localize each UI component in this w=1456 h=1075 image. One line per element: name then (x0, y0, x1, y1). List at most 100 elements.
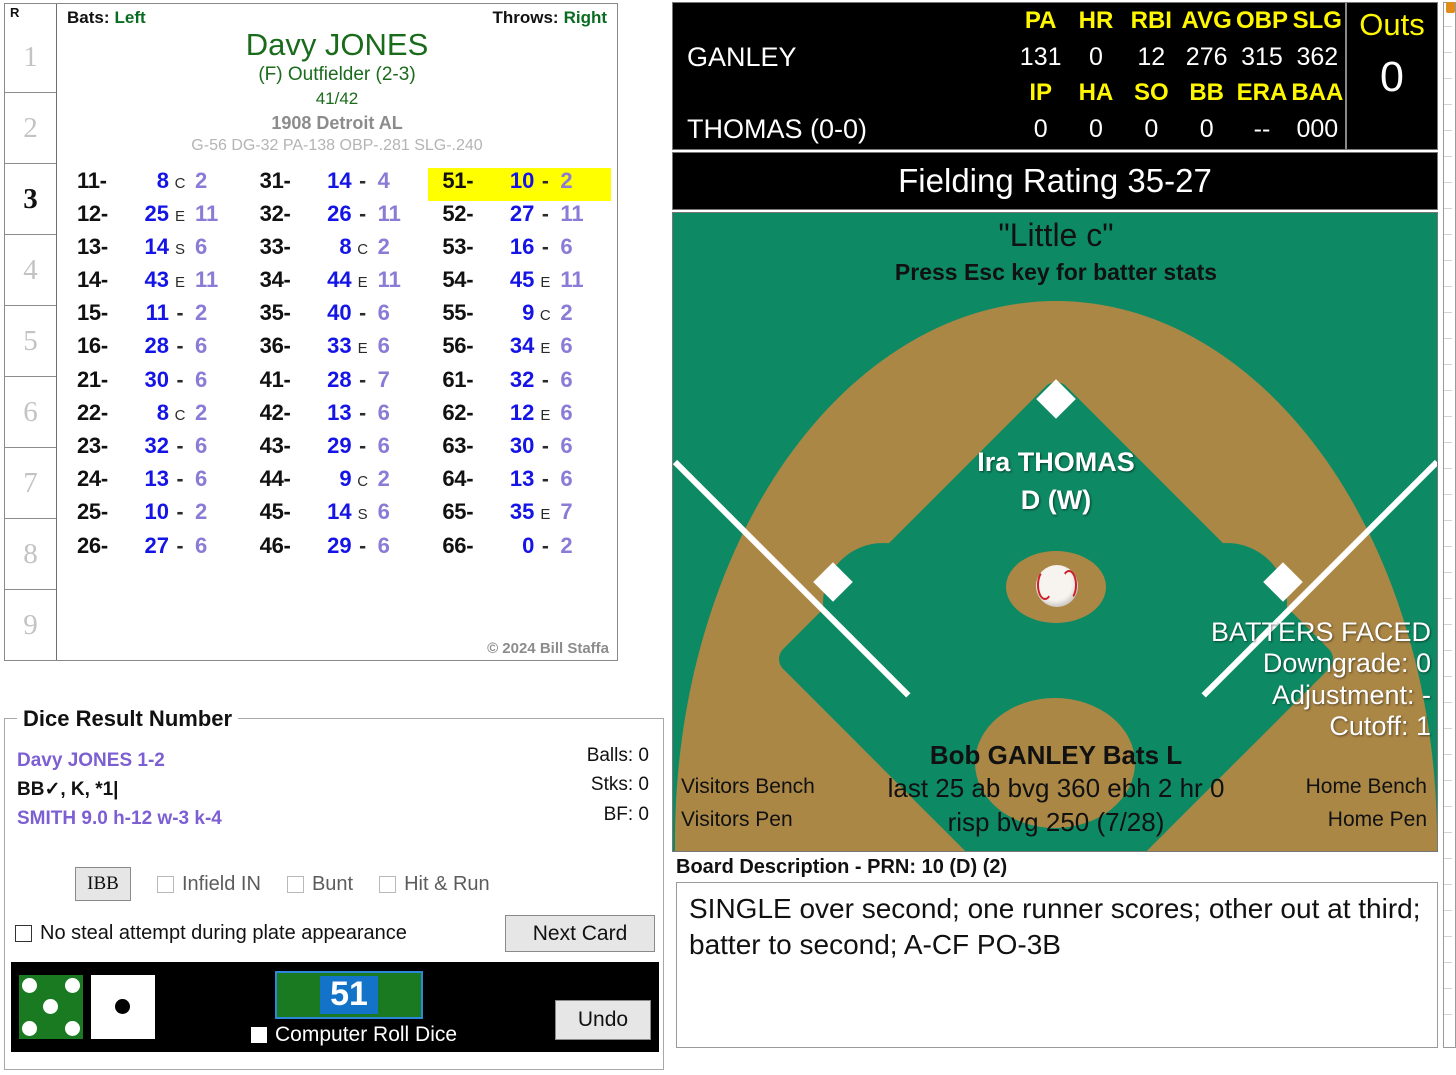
result-row-55[interactable]: 55- 9 C 2 (428, 300, 611, 333)
result-row-65[interactable]: 65- 35 E 7 (428, 499, 611, 532)
inning-cell-9[interactable]: 9 (5, 589, 56, 660)
side-panel-row (1444, 26, 1452, 27)
left-pane: R 123456789 Bats: Left Throws: Right Davy … (0, 0, 668, 1075)
secondary-number: 2 (560, 167, 573, 193)
home-bench-button[interactable]: Home Bench (1306, 771, 1427, 804)
result-row-31[interactable]: 31- 14-4 (246, 168, 429, 201)
dice-combo: 61- (442, 366, 474, 392)
side-panel-row (1444, 468, 1452, 469)
bats-group: Bats: Left (67, 8, 146, 28)
pitcher-value-0: 0 (1033, 114, 1048, 143)
play-options-row: IBB Infield IN Bunt Hit & Run (5, 867, 663, 901)
visitors-pen-button[interactable]: Visitors Pen (681, 804, 815, 837)
dice-combo: 32- (259, 200, 291, 226)
result-code: - (541, 468, 549, 492)
result-row-12[interactable]: 12- 25 E 11 (63, 201, 246, 234)
result-row-51[interactable]: 51- 10-2 (428, 167, 611, 201)
result-row-34[interactable]: 34- 44 E 11 (246, 267, 429, 300)
checkbox-icon[interactable] (379, 875, 397, 893)
result-row-45[interactable]: 45- 14 S 6 (246, 499, 429, 532)
home-pen-button[interactable]: Home Pen (1306, 804, 1427, 837)
result-row-21[interactable]: 21- 30-6 (63, 367, 246, 400)
secondary-number: 2 (195, 499, 208, 525)
result-row-35[interactable]: 35- 40-6 (246, 300, 429, 333)
dice-outcome-line: BB✓, K, *1| (17, 778, 119, 800)
result-row-61[interactable]: 61- 32-6 (428, 367, 611, 400)
computer-roll-checkbox[interactable]: Computer Roll Dice (251, 1023, 457, 1047)
throws-group: Throws: Right (492, 8, 607, 28)
result-row-33[interactable]: 33- 8 C 2 (246, 234, 429, 267)
result-row-26[interactable]: 26- 27-6 (63, 533, 246, 566)
result-row-36[interactable]: 36- 33 E 6 (246, 333, 429, 366)
result-row-56[interactable]: 56- 34 E 6 (428, 333, 611, 366)
result-row-15[interactable]: 15- 11-2 (63, 300, 246, 333)
inning-cell-1[interactable]: 1 (5, 22, 56, 92)
checkbox-icon[interactable] (251, 1027, 267, 1043)
result-row-13[interactable]: 13- 14 S 6 (63, 234, 246, 267)
result-row-66[interactable]: 66- 0-2 (428, 533, 611, 566)
result-row-22[interactable]: 22- 8 C 2 (63, 400, 246, 433)
result-row-25[interactable]: 25- 10-2 (63, 499, 246, 532)
result-number: 12 (509, 399, 535, 425)
white-die[interactable] (91, 975, 155, 1039)
result-row-64[interactable]: 64- 13-6 (428, 466, 611, 499)
result-row-16[interactable]: 16- 28-6 (63, 333, 246, 366)
result-row-24[interactable]: 24- 13-6 (63, 466, 246, 499)
pitcher-header-1: HA (1078, 79, 1114, 106)
green-die[interactable] (19, 975, 83, 1039)
side-panel-row (1444, 494, 1452, 495)
result-code: - (176, 335, 184, 359)
result-row-63[interactable]: 63- 30-6 (428, 433, 611, 466)
side-list-panel[interactable] (1443, 2, 1456, 1048)
ibb-button[interactable]: IBB (75, 867, 131, 901)
secondary-number: 7 (377, 366, 390, 392)
inning-cell-6[interactable]: 6 (5, 376, 56, 447)
checkbox-icon[interactable] (157, 875, 174, 893)
result-code: C (357, 473, 369, 491)
inning-cell-5[interactable]: 5 (5, 305, 56, 376)
batter-value-0: 131 (1019, 42, 1062, 71)
field-pitcher-hand: D (W) (1020, 485, 1092, 515)
undo-button[interactable]: Undo (555, 1000, 651, 1040)
result-row-41[interactable]: 41- 28-7 (246, 367, 429, 400)
visitors-bench-button[interactable]: Visitors Bench (681, 771, 815, 804)
inning-cell-3[interactable]: 3 (5, 163, 56, 234)
secondary-number: 6 (560, 233, 573, 259)
result-row-52[interactable]: 52- 27-11 (428, 201, 611, 234)
result-row-42[interactable]: 42- 13-6 (246, 400, 429, 433)
balls-count: Balls: 0 (586, 745, 649, 766)
result-row-46[interactable]: 46- 29-6 (246, 533, 429, 566)
next-card-button[interactable]: Next Card (505, 915, 655, 952)
result-row-53[interactable]: 53- 16-6 (428, 234, 611, 267)
checkbox-icon[interactable] (286, 875, 304, 893)
adjustment-value: Adjustment: - (1271, 679, 1431, 710)
baseball-field[interactable]: "Little c" Press Esc key for batter stat… (672, 212, 1438, 852)
result-code: - (176, 368, 184, 392)
result-number: 13 (327, 399, 352, 425)
result-row-62[interactable]: 62- 12 E 6 (428, 400, 611, 433)
dice-combo: 44- (259, 466, 291, 492)
no-steal-checkbox[interactable]: No steal attempt during plate appearance (15, 922, 407, 945)
inning-cell-2[interactable]: 2 (5, 92, 56, 163)
infield-in-checkbox[interactable]: Infield IN (157, 873, 261, 896)
result-row-54[interactable]: 54- 45 E 11 (428, 267, 611, 300)
result-row-14[interactable]: 14- 43 E 11 (63, 267, 246, 300)
result-row-11[interactable]: 11- 8 C 2 (63, 168, 246, 201)
dice-combo: 31- (259, 167, 291, 193)
inning-cell-8[interactable]: 8 (5, 518, 56, 589)
hit-and-run-checkbox[interactable]: Hit & Run (379, 873, 490, 896)
secondary-number: 6 (195, 466, 208, 492)
inning-cell-7[interactable]: 7 (5, 447, 56, 518)
copyright-notice: © 2024 Bill Staffa (487, 640, 609, 657)
bunt-checkbox[interactable]: Bunt (286, 873, 353, 896)
result-row-23[interactable]: 23- 32-6 (63, 433, 246, 466)
result-row-32[interactable]: 32- 26-11 (246, 201, 429, 234)
result-row-44[interactable]: 44- 9 C 2 (246, 466, 429, 499)
inning-cell-4[interactable]: 4 (5, 234, 56, 305)
batter-card: R 123456789 Bats: Left Throws: Right Davy … (4, 3, 618, 661)
result-code: - (359, 202, 367, 226)
result-row-43[interactable]: 43- 29-6 (246, 433, 429, 466)
checkbox-icon[interactable] (15, 925, 32, 942)
secondary-number: 4 (377, 167, 390, 193)
fielding-rating-bar: Fielding Rating 35-27 (672, 152, 1438, 210)
